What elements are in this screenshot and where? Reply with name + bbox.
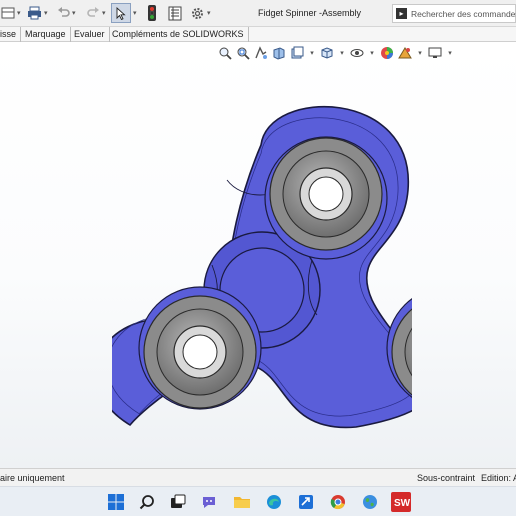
- view-orientation-icon[interactable]: [320, 46, 334, 60]
- teams-chat-icon[interactable]: [199, 492, 219, 512]
- redo-dropdown-icon[interactable]: ▾: [102, 9, 106, 17]
- fidget-spinner-model[interactable]: [112, 90, 412, 435]
- select-dropdown-icon[interactable]: ▾: [133, 9, 137, 17]
- task-view-icon[interactable]: [168, 492, 188, 512]
- scene-dropdown-icon[interactable]: ▾: [416, 46, 424, 60]
- zoom-area-icon[interactable]: [236, 46, 250, 60]
- constraint-status: Sous-contraint: [417, 473, 476, 483]
- hide-show-icon[interactable]: [350, 46, 364, 60]
- status-message: aire uniquement: [0, 473, 65, 483]
- window-title: Fidget Spinner -Assembly: [258, 8, 362, 18]
- search-placeholder: Rechercher des commandes: [411, 9, 516, 19]
- file-properties-icon[interactable]: [167, 4, 183, 22]
- print-dropdown-icon[interactable]: ▾: [44, 9, 48, 17]
- command-search-input[interactable]: ▸ Rechercher des commandes: [392, 4, 516, 23]
- heads-up-view-toolbar: ▾ ▾ ▾ ▾ ▾: [218, 44, 458, 62]
- command-search-icon: ▸: [396, 8, 407, 19]
- view-settings-icon[interactable]: [428, 46, 442, 60]
- scene-icon[interactable]: [398, 46, 412, 60]
- fit-dropdown-icon[interactable]: ▾: [17, 9, 21, 17]
- options-dropdown-icon[interactable]: ▾: [207, 9, 211, 17]
- options-gear-icon[interactable]: [189, 4, 205, 22]
- top-bearing: [264, 136, 388, 260]
- command-manager-tabs: isse Marquage Evaluer Compléments de SOL…: [0, 27, 516, 42]
- dynamic-annotation-icon[interactable]: [290, 46, 304, 60]
- windows-taskbar: SW: [0, 486, 516, 516]
- undo-icon[interactable]: [56, 4, 70, 22]
- orientation-dropdown-icon[interactable]: ▾: [338, 46, 346, 60]
- title-bar: ▾ ▾ ▾ ▾ ▾ ▾ Fidget Spinner -Assembly ▸ R…: [0, 0, 516, 27]
- appearance-icon[interactable]: [380, 46, 394, 60]
- traffic-light-icon[interactable]: [146, 4, 158, 22]
- tab-marquage[interactable]: Marquage: [21, 27, 71, 42]
- search-icon[interactable]: [137, 492, 157, 512]
- edge-icon[interactable]: [264, 492, 284, 512]
- zoom-to-fit-icon[interactable]: [218, 46, 232, 60]
- select-arrow-icon[interactable]: [111, 3, 131, 23]
- graphics-area[interactable]: ▾ ▾ ▾ ▾ ▾: [0, 42, 516, 468]
- undo-dropdown-icon[interactable]: ▾: [72, 9, 76, 17]
- tab-complements[interactable]: Compléments de SOLIDWORKS: [108, 27, 249, 42]
- office-icon[interactable]: [296, 492, 316, 512]
- edition-status: Edition: A: [481, 473, 516, 483]
- chrome-icon[interactable]: [328, 492, 348, 512]
- status-bar: aire uniquement Sous-contraint Edition: …: [0, 468, 516, 486]
- solidworks-icon[interactable]: SW: [390, 491, 412, 513]
- file-explorer-icon[interactable]: [232, 492, 252, 512]
- view-settings-dropdown-icon[interactable]: ▾: [446, 46, 454, 60]
- windows-start-icon[interactable]: [106, 492, 126, 512]
- section-view-icon[interactable]: [272, 46, 286, 60]
- fit-icon[interactable]: [0, 4, 16, 22]
- left-bearing: [138, 286, 262, 410]
- svg-text:SW: SW: [394, 498, 411, 509]
- hide-show-dropdown-icon[interactable]: ▾: [368, 46, 376, 60]
- earth-icon[interactable]: [360, 492, 380, 512]
- previous-view-icon[interactable]: [254, 46, 268, 60]
- annotation-dropdown-icon[interactable]: ▾: [308, 46, 316, 60]
- redo-icon[interactable]: [86, 4, 100, 22]
- print-icon[interactable]: [26, 4, 42, 22]
- tab-esquisse[interactable]: isse: [0, 27, 22, 42]
- tab-evaluer[interactable]: Evaluer: [70, 27, 110, 42]
